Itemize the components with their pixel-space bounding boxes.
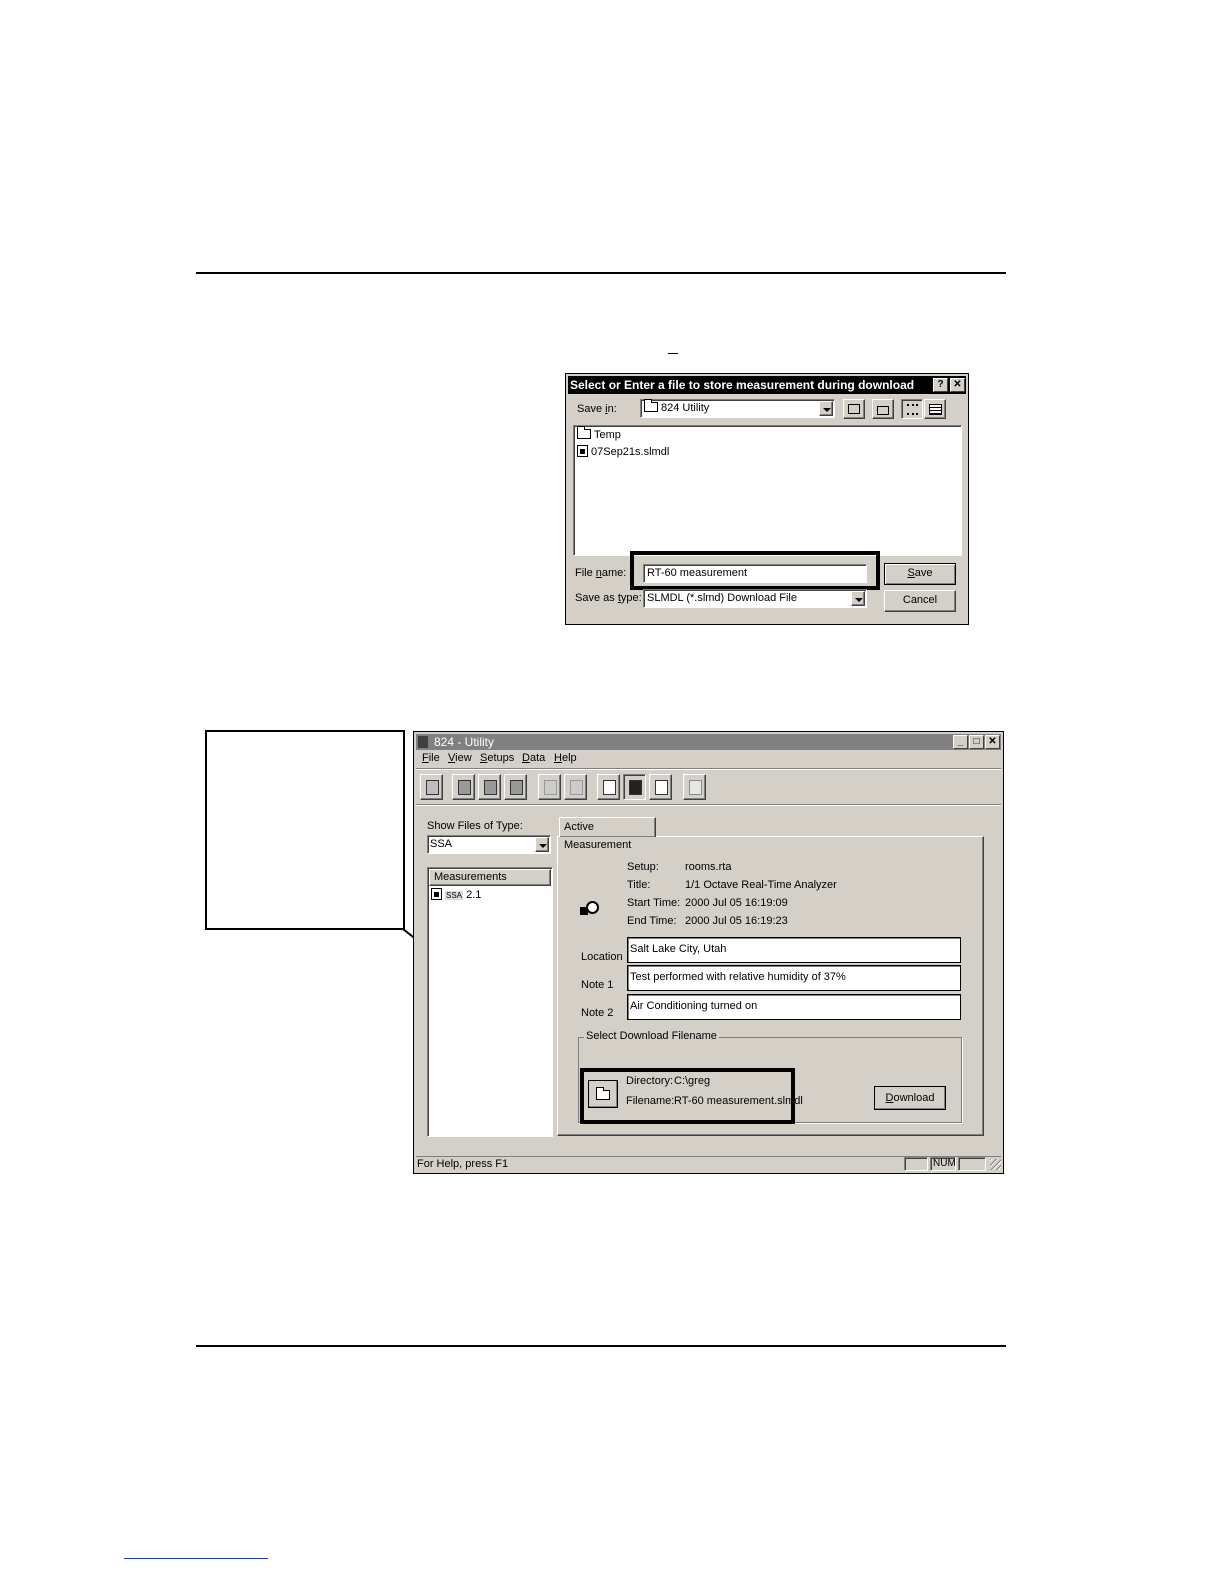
report-icon [689,780,702,795]
note2-label: Note 2 [581,1007,614,1019]
start-time-label: Start Time: [627,897,681,909]
end-time-label: End Time: [627,915,677,927]
menu-data[interactable]: Data [522,752,545,764]
note1-label: Note 1 [581,979,614,991]
note1-field[interactable]: Test performed with relative humidity of… [627,965,961,991]
menu-view[interactable]: View [448,752,472,764]
show-files-dropdown[interactable]: SSA [427,835,551,854]
app-icon [418,736,428,748]
setup-value: rooms.rta [685,861,732,873]
connect-instrument-button[interactable] [420,774,443,800]
grid-icon [484,780,497,795]
menu-help[interactable]: Help [554,752,577,764]
setup-label: Setup: [627,861,659,873]
group-label: Select Download Filename [584,1030,719,1042]
measurement-clock-icon [580,901,600,917]
status-num: NUM [930,1157,956,1171]
app-titlebar: 824 - Utility _ □ ✕ [416,734,1001,750]
active-measurement-button[interactable] [623,774,646,800]
title-value: 1/1 Octave Real-Time Analyzer [685,879,837,891]
show-files-label: Show Files of Type: [427,820,523,832]
setup-button[interactable] [597,774,620,800]
status-pane-3 [958,1157,986,1171]
maximize-button[interactable]: □ [969,735,984,749]
tab-panel: Setup: rooms.rta Title: 1/1 Octave Real-… [557,836,984,1136]
app-title: 824 - Utility [434,735,495,749]
chevron-down-icon[interactable] [535,837,549,852]
measurements-list[interactable]: Measurements SSA 2.1 [427,867,553,1137]
measurements-header[interactable]: Measurements [429,869,551,886]
toolbar-button-4[interactable] [504,774,527,800]
status-pane-1 [904,1157,928,1171]
instrument-icon [426,780,439,795]
download-icon [544,780,557,795]
measurement-icon [431,888,442,900]
toolbar-divider [416,768,1001,770]
show-files-value: SSA [430,838,453,850]
ssa-badge: SSA [445,891,464,900]
grid-icon [458,780,471,795]
grid-icon [510,780,523,795]
document-icon [655,780,668,795]
download-button[interactable]: Download [874,1086,946,1110]
toolbar-button-10[interactable] [683,774,706,800]
toolbar-button-5[interactable] [538,774,561,800]
resize-grip-icon[interactable] [990,1159,1001,1170]
location-field[interactable]: Salt Lake City, Utah [627,937,961,963]
menu-file[interactable]: File [422,752,440,764]
minimize-button[interactable]: _ [953,735,968,749]
toolbar-button-2[interactable] [452,774,475,800]
upload-icon [570,780,583,795]
location-label: Location [581,951,623,963]
title-label: Title: [627,879,651,891]
toolbar-divider-bottom [416,804,1001,806]
end-time-value: 2000 Jul 05 16:19:23 [685,915,788,927]
instrument-icon [629,780,642,795]
filename-highlight [580,1068,795,1124]
toolbar-button-6[interactable] [564,774,587,800]
tab-active-measurement[interactable]: Active Measurement [559,817,656,851]
toolbar-button-3[interactable] [478,774,501,800]
menu-setups[interactable]: Setups [480,752,514,764]
list-item[interactable]: SSA 2.1 [431,888,481,901]
note2-field[interactable]: Air Conditioning turned on [627,994,961,1020]
close-button[interactable]: ✕ [985,735,1000,749]
start-time-value: 2000 Jul 05 16:19:09 [685,897,788,909]
toolbar-button-9[interactable] [649,774,672,800]
status-text: For Help, press F1 [417,1158,509,1170]
app-window: 824 - Utility _ □ ✕ File View Setups Dat… [413,731,1004,1174]
setup-icon [603,780,616,795]
